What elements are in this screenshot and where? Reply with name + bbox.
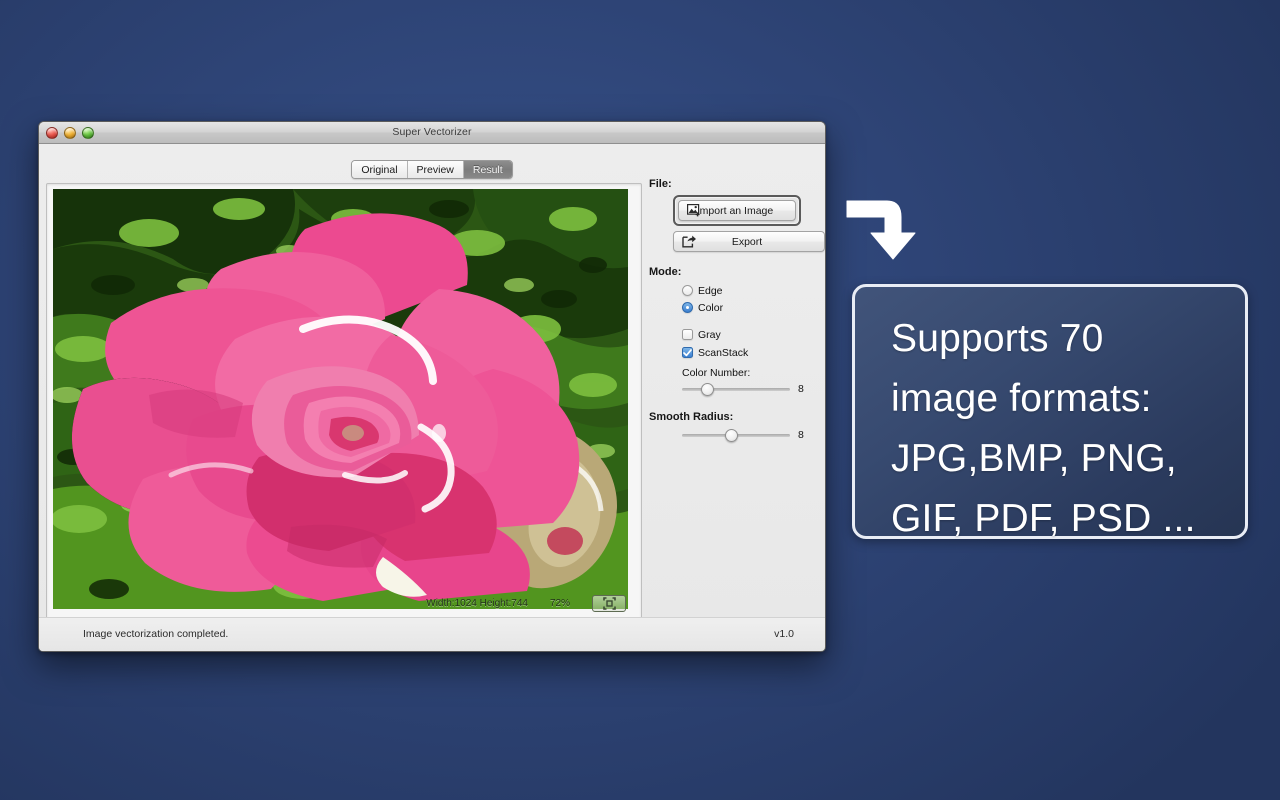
tabbar: Original Preview Result: [39, 160, 825, 179]
color-radio[interactable]: [682, 302, 693, 313]
smooth-radius-slider-knob[interactable]: [725, 428, 739, 442]
mode-option-edge[interactable]: Edge: [682, 283, 824, 298]
scanstack-label: ScanStack: [698, 346, 749, 359]
vectorized-rose-artwork: [53, 189, 628, 609]
export-button[interactable]: Export: [673, 231, 825, 252]
window-title: Super Vectorizer: [392, 126, 472, 138]
mode-option-gray[interactable]: Gray: [682, 327, 824, 342]
tab-preview[interactable]: Preview: [407, 161, 464, 178]
color-number-label-row: Color Number:: [682, 365, 824, 380]
tab-original[interactable]: Original: [352, 161, 408, 178]
mode-group-label: Mode:: [649, 266, 682, 278]
smooth-radius-slider[interactable]: [682, 428, 790, 442]
feature-callout: Supports 70 image formats: JPG,BMP, PNG,…: [852, 284, 1248, 540]
fit-to-screen-icon: [602, 596, 616, 610]
color-number-label: Color Number:: [682, 366, 751, 379]
app-window: Super Vectorizer Original Preview Result: [38, 121, 826, 652]
import-an-image-button[interactable]: Import an Image: [678, 200, 796, 221]
version-label: v1.0: [774, 628, 794, 640]
import-button-focus-ring: Import an Image: [673, 195, 801, 226]
smooth-radius-group-label: Smooth Radius:: [649, 411, 734, 423]
gray-label: Gray: [698, 328, 721, 341]
color-number-slider[interactable]: [682, 382, 790, 396]
color-label: Color: [698, 301, 724, 314]
image-add-icon: [686, 204, 702, 218]
side-panel: File: Import an Image Export Mode: Edge …: [649, 178, 825, 442]
smooth-radius-value: 8: [798, 429, 804, 441]
fit-to-screen-button[interactable]: [592, 594, 626, 612]
color-number-slider-row: 8: [682, 382, 824, 396]
mode-option-color[interactable]: Color: [682, 300, 824, 315]
smooth-radius-slider-row: 8: [682, 428, 824, 442]
status-message: Image vectorization completed.: [83, 628, 229, 640]
file-group-label: File:: [649, 178, 672, 190]
vectorized-image-canvas[interactable]: [53, 189, 628, 609]
color-number-value: 8: [798, 383, 804, 395]
gray-checkbox[interactable]: [682, 329, 693, 340]
statusbar: Image vectorization completed. v1.0: [39, 617, 825, 651]
export-arrow-icon: [681, 235, 697, 249]
scanstack-checkbox[interactable]: [682, 347, 693, 358]
mode-option-scanstack[interactable]: ScanStack: [682, 345, 824, 360]
callout-text: Supports 70 image formats: JPG,BMP, PNG,…: [891, 317, 1196, 540]
window-body: Original Preview Result Width:1024 Heigh…: [39, 144, 825, 651]
canvas-frame: Width:1024 Height:744 72%: [46, 183, 642, 620]
color-number-slider-knob[interactable]: [701, 382, 715, 396]
edge-label: Edge: [698, 284, 723, 297]
edge-radio[interactable]: [682, 285, 693, 296]
window-titlebar[interactable]: Super Vectorizer: [39, 122, 825, 144]
tab-result[interactable]: Result: [463, 161, 512, 178]
tab-group: Original Preview Result: [351, 160, 513, 179]
curved-down-arrow-icon: [846, 200, 916, 260]
